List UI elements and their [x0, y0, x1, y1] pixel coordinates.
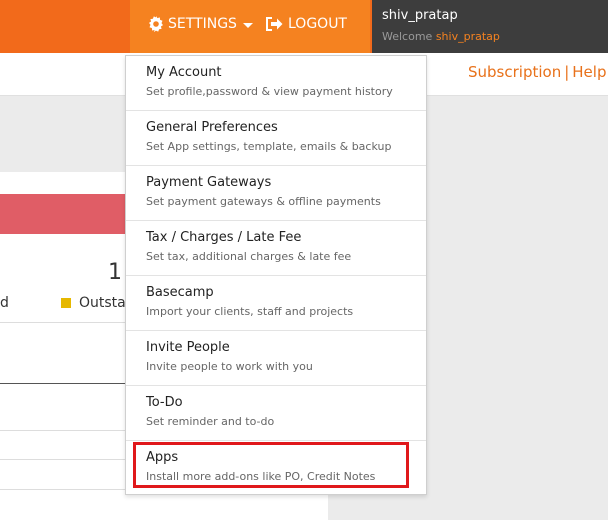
help-link[interactable]: Help	[572, 63, 606, 81]
username: shiv_pratap	[382, 8, 458, 23]
menu-item-description: Set profile,password & view payment hist…	[146, 85, 393, 98]
menu-item-my-account[interactable]: My Account Set profile,password & view p…	[126, 56, 426, 111]
menu-item-description: Set tax, additional charges & late fee	[146, 250, 352, 263]
logout-label: LOGOUT	[288, 16, 347, 32]
welcome-username[interactable]: shiv_pratap	[436, 30, 500, 43]
user-panel: shiv_pratap Welcome shiv_pratap	[372, 0, 608, 53]
menu-item-description: Import your clients, staff and projects	[146, 305, 354, 318]
welcome-text: Welcome shiv_pratap	[382, 30, 500, 43]
settings-nav[interactable]: SETTINGS	[148, 14, 253, 34]
settings-label: SETTINGS	[168, 16, 237, 32]
menu-item-description: Set App settings, template, emails & bac…	[146, 140, 392, 153]
menu-item-general-preferences[interactable]: General Preferences Set App settings, te…	[126, 111, 426, 166]
separator: |	[564, 63, 570, 81]
logout-link[interactable]: LOGOUT	[265, 14, 347, 34]
overdue-bar	[0, 194, 126, 234]
subscription-link[interactable]: Subscription	[468, 63, 561, 81]
logout-icon	[265, 16, 283, 32]
menu-item-payment-gateways[interactable]: Payment Gateways Set payment gateways & …	[126, 166, 426, 221]
menu-item-description: Invite people to work with you	[146, 360, 313, 373]
menu-item-title: Invite People	[146, 340, 230, 355]
apps-highlight-box	[133, 442, 409, 488]
menu-item-basecamp[interactable]: Basecamp Import your clients, staff and …	[126, 276, 426, 331]
gear-icon	[148, 16, 164, 32]
menu-item-title: To-Do	[146, 395, 183, 410]
legend-paid-label: d	[0, 295, 9, 311]
menu-item-title: Basecamp	[146, 285, 214, 300]
menu-item-invite-people[interactable]: Invite People Invite people to work with…	[126, 331, 426, 386]
menu-item-tax-charges[interactable]: Tax / Charges / Late Fee Set tax, additi…	[126, 221, 426, 276]
menu-item-description: Set reminder and to-do	[146, 415, 275, 428]
menu-item-to-do[interactable]: To-Do Set reminder and to-do	[126, 386, 426, 441]
legend-outstanding-swatch	[61, 298, 71, 308]
stat-number: 1	[108, 260, 122, 285]
menu-item-title: Payment Gateways	[146, 175, 272, 190]
settings-dropdown: My Account Set profile,password & view p…	[125, 55, 427, 495]
menu-item-title: General Preferences	[146, 120, 278, 135]
legend-outstanding-label: Outsta	[79, 295, 126, 311]
welcome-prefix: Welcome	[382, 30, 433, 43]
menu-item-title: My Account	[146, 65, 222, 80]
sub-links: Subscription | Help	[468, 63, 606, 81]
menu-item-title: Tax / Charges / Late Fee	[146, 230, 302, 245]
caret-down-icon	[242, 22, 253, 28]
menu-item-description: Set payment gateways & offline payments	[146, 195, 381, 208]
